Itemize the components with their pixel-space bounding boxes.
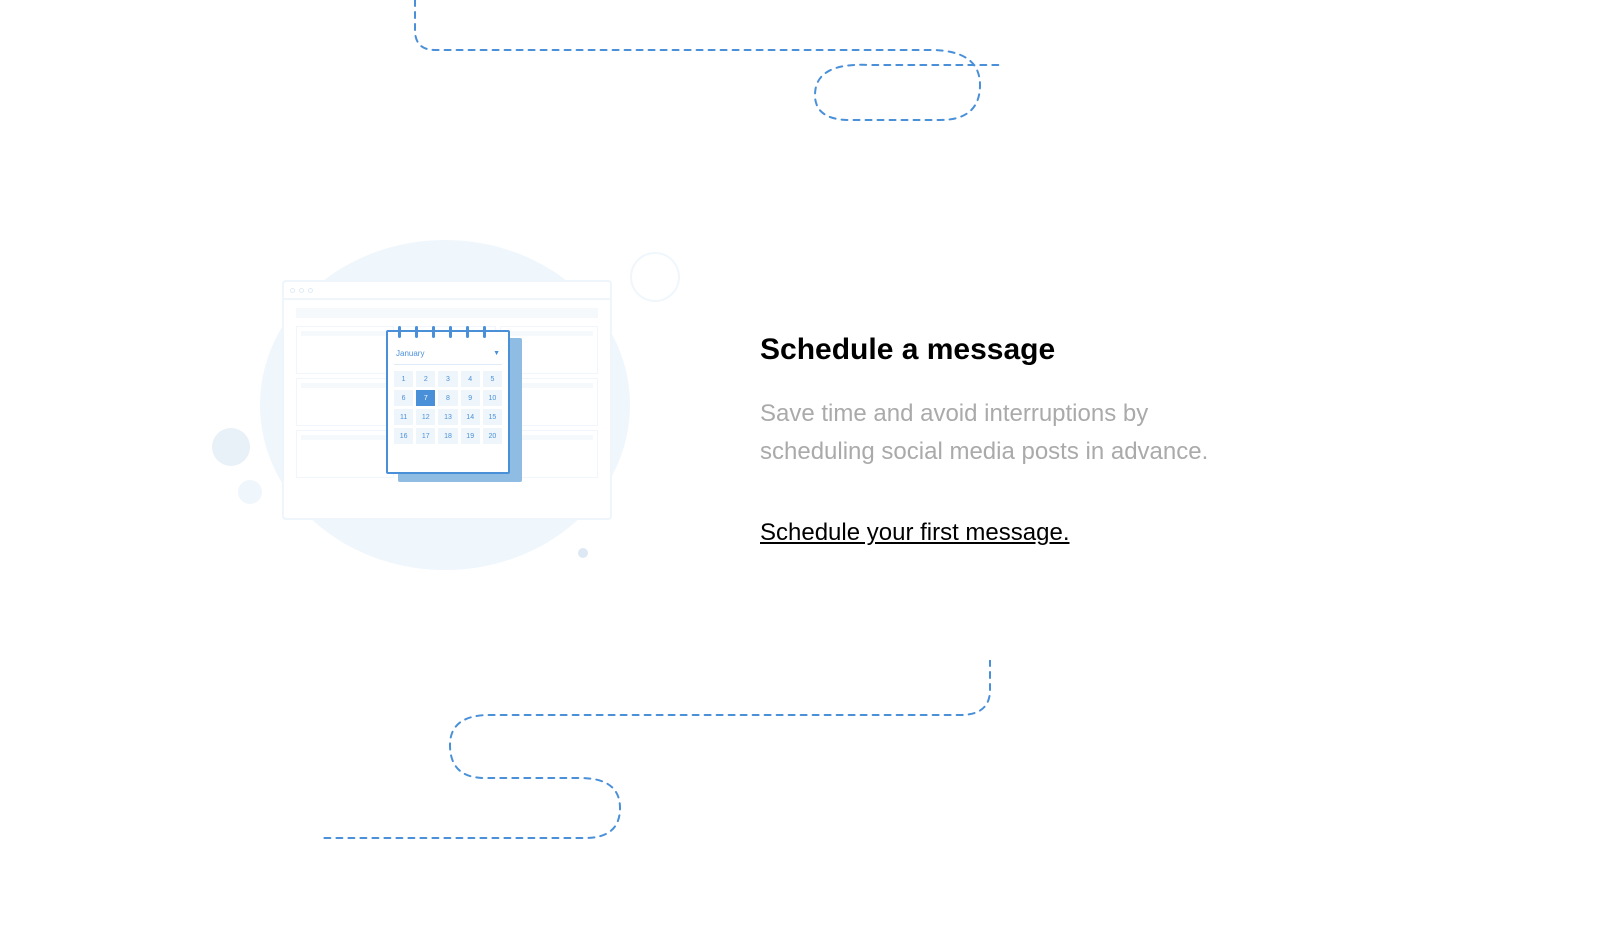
calendar-day: 20 (483, 428, 502, 444)
section-heading: Schedule a message (760, 333, 1240, 367)
section-description: Save time and avoid interruptions by sch… (760, 395, 1240, 472)
content-wrapper: January ▼ 123456789101112131415161718192… (200, 230, 1400, 630)
calendar-month-label: January (396, 349, 424, 358)
bg-circle-small (578, 548, 588, 558)
calendar-day: 5 (483, 371, 502, 387)
calendar-graphic: January ▼ 123456789101112131415161718192… (386, 330, 510, 474)
calendar-day: 8 (438, 390, 457, 406)
bg-circle-small (212, 428, 250, 466)
calendar-day: 3 (438, 371, 457, 387)
bg-circle-small (630, 252, 680, 302)
bg-circle-small (238, 480, 262, 504)
decorative-dashed-line-top (400, 0, 1000, 140)
decorative-dashed-line-bottom (310, 660, 1010, 840)
calendar-day: 7 (416, 390, 435, 406)
calendar-day: 18 (438, 428, 457, 444)
calendar-day: 16 (394, 428, 413, 444)
calendar-day: 12 (416, 409, 435, 425)
schedule-message-link[interactable]: Schedule your first message. (760, 519, 1069, 546)
calendar-day: 1 (394, 371, 413, 387)
calendar-day: 15 (483, 409, 502, 425)
calendar-day: 6 (394, 390, 413, 406)
calendar-day: 9 (461, 390, 480, 406)
text-content: Schedule a message Save time and avoid i… (760, 313, 1240, 548)
calendar-day: 14 (461, 409, 480, 425)
chevron-down-icon: ▼ (493, 350, 500, 357)
calendar-illustration: January ▼ 123456789101112131415161718192… (200, 230, 660, 630)
calendar-day: 13 (438, 409, 457, 425)
calendar-day: 10 (483, 390, 502, 406)
calendar-day: 11 (394, 409, 413, 425)
calendar-day: 4 (461, 371, 480, 387)
calendar-day: 2 (416, 371, 435, 387)
calendar-day: 17 (416, 428, 435, 444)
calendar-day: 19 (461, 428, 480, 444)
